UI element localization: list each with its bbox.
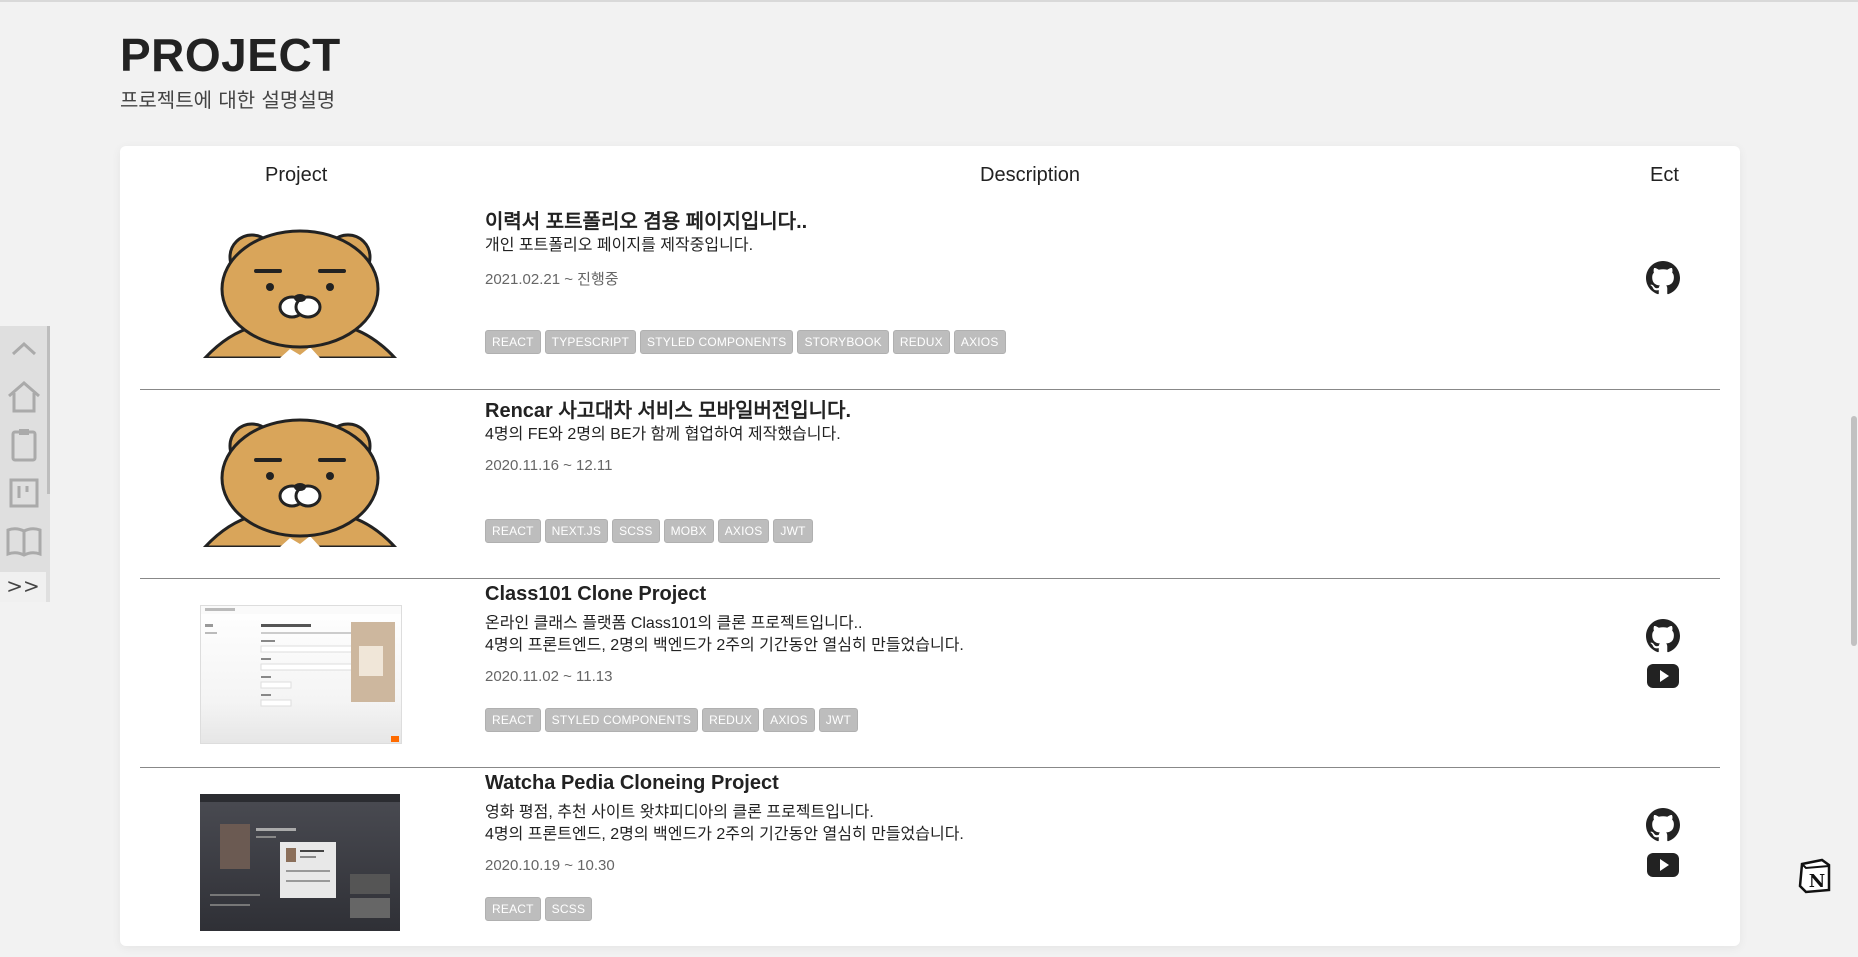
svg-text:N: N bbox=[1809, 871, 1825, 892]
project-description: 영화 평점, 추천 사이트 왓챠피디아의 클론 프로젝트입니다. 4명의 프론트… bbox=[485, 802, 964, 846]
tag: SCSS bbox=[544, 897, 593, 921]
project-date: 2020.11.16 ~ 12.11 bbox=[485, 457, 613, 474]
project-table: Project Description Ect 이력서 포트폴리오 겸용 페이지… bbox=[120, 146, 1740, 946]
top-divider bbox=[0, 0, 1858, 2]
github-icon[interactable] bbox=[1646, 808, 1680, 842]
ryan-character-image bbox=[200, 410, 400, 547]
description-line: 영화 평점, 추천 사이트 왓챠피디아의 클론 프로젝트입니다. bbox=[485, 804, 874, 821]
description-line: 온라인 클래스 플랫폼 Class101의 클론 프로젝트입니다.. bbox=[485, 615, 863, 632]
column-header-project: Project bbox=[265, 164, 328, 186]
clipboard-icon[interactable] bbox=[5, 426, 43, 464]
youtube-icon[interactable] bbox=[1646, 848, 1680, 882]
tag: STORYBOOK bbox=[797, 330, 889, 354]
project-title: 이력서 포트폴리오 겸용 페이지입니다.. bbox=[485, 211, 808, 233]
tag: REDUX bbox=[892, 330, 950, 354]
tag: REACT bbox=[485, 519, 541, 543]
watcha-screenshot-image bbox=[200, 794, 400, 931]
section-header: PROJECT 프로젝트에 대한 설명설명 bbox=[120, 28, 341, 113]
tag: REACT bbox=[485, 708, 541, 732]
project-title: Class101 Clone Project bbox=[485, 583, 707, 605]
sidenav-scroll-indicator bbox=[47, 326, 50, 494]
tag: AXIOS bbox=[953, 330, 1006, 354]
tag-list: REACT SCSS bbox=[485, 897, 593, 921]
page-subtitle: 프로젝트에 대한 설명설명 bbox=[120, 88, 336, 112]
tag: SCSS bbox=[612, 519, 660, 543]
tag-list: REACT NEXT.JS SCSS MOBX AXIOS JWT bbox=[485, 519, 813, 543]
description-line: 4명의 프론트엔드, 2명의 백엔드가 2주의 기간동안 열심히 만들었습니다. bbox=[485, 637, 964, 654]
expand-sidenav-button[interactable]: >> bbox=[0, 572, 46, 602]
tag: AXIOS bbox=[717, 519, 770, 543]
tag: REACT bbox=[485, 330, 541, 354]
home-icon[interactable] bbox=[5, 378, 43, 416]
project-date: 2020.11.02 ~ 11.13 bbox=[485, 668, 613, 685]
scrollbar-thumb[interactable] bbox=[1851, 416, 1857, 646]
column-header-description: Description bbox=[980, 164, 1081, 186]
tag: MOBX bbox=[663, 519, 714, 543]
book-icon[interactable] bbox=[5, 522, 43, 560]
chevron-up-icon[interactable] bbox=[5, 330, 43, 368]
page-scrollbar[interactable] bbox=[1842, 0, 1858, 910]
github-icon[interactable] bbox=[1646, 261, 1680, 295]
project-title: Rencar 사고대차 서비스 모바일버전입니다. bbox=[485, 400, 852, 422]
tag: JWT bbox=[773, 519, 813, 543]
tag: NEXT.JS bbox=[544, 519, 609, 543]
description-line: 4명의 FE와 2명의 BE가 함께 협업하여 제작했습니다. bbox=[485, 426, 841, 443]
project-description: 개인 포트폴리오 페이지를 제작중입니다. bbox=[485, 235, 753, 257]
project-date: 2020.10.19 ~ 10.30 bbox=[485, 857, 615, 874]
tag: STYLED COMPONENTS bbox=[640, 330, 794, 354]
youtube-icon[interactable] bbox=[1646, 659, 1680, 693]
tag-list: REACT STYLED COMPONENTS REDUX AXIOS JWT bbox=[485, 708, 859, 732]
tag: REDUX bbox=[702, 708, 760, 732]
project-description: 온라인 클래스 플랫폼 Class101의 클론 프로젝트입니다.. 4명의 프… bbox=[485, 613, 964, 657]
github-icon[interactable] bbox=[1646, 619, 1680, 653]
page-title: PROJECT bbox=[120, 29, 341, 81]
tag: STYLED COMPONENTS bbox=[544, 708, 699, 732]
class101-screenshot-image bbox=[200, 605, 402, 744]
project-row: Class101 Clone Project 온라인 클래스 플랫폼 Class… bbox=[140, 579, 1720, 768]
project-row: 이력서 포트폴리오 겸용 페이지입니다.. 개인 포트폴리오 페이지를 제작중입… bbox=[140, 201, 1720, 390]
project-date: 2021.02.21 ~ 진행중 bbox=[485, 271, 619, 288]
tag: TYPESCRIPT bbox=[544, 330, 637, 354]
side-navigation: >> bbox=[0, 326, 50, 602]
board-icon[interactable] bbox=[5, 474, 43, 512]
project-description: 4명의 FE와 2명의 BE가 함께 협업하여 제작했습니다. bbox=[485, 424, 841, 446]
description-line: 4명의 프론트엔드, 2명의 백엔드가 2주의 기간동안 열심히 만들었습니다. bbox=[485, 826, 964, 843]
project-row: Rencar 사고대차 서비스 모바일버전입니다. 4명의 FE와 2명의 BE… bbox=[140, 390, 1720, 579]
column-header-etc: Ect bbox=[1650, 164, 1679, 186]
description-line: 개인 포트폴리오 페이지를 제작중입니다. bbox=[485, 237, 754, 254]
project-title: Watcha Pedia Cloneing Project bbox=[485, 772, 779, 794]
tag: REACT bbox=[485, 897, 541, 921]
project-row: Watcha Pedia Cloneing Project 영화 평점, 추천 … bbox=[140, 768, 1720, 957]
tag: AXIOS bbox=[763, 708, 815, 732]
tag: JWT bbox=[818, 708, 859, 732]
ryan-character-image bbox=[200, 221, 400, 358]
notion-icon[interactable]: N bbox=[1796, 856, 1834, 894]
tag-list: REACT TYPESCRIPT STYLED COMPONENTS STORY… bbox=[485, 330, 1006, 354]
